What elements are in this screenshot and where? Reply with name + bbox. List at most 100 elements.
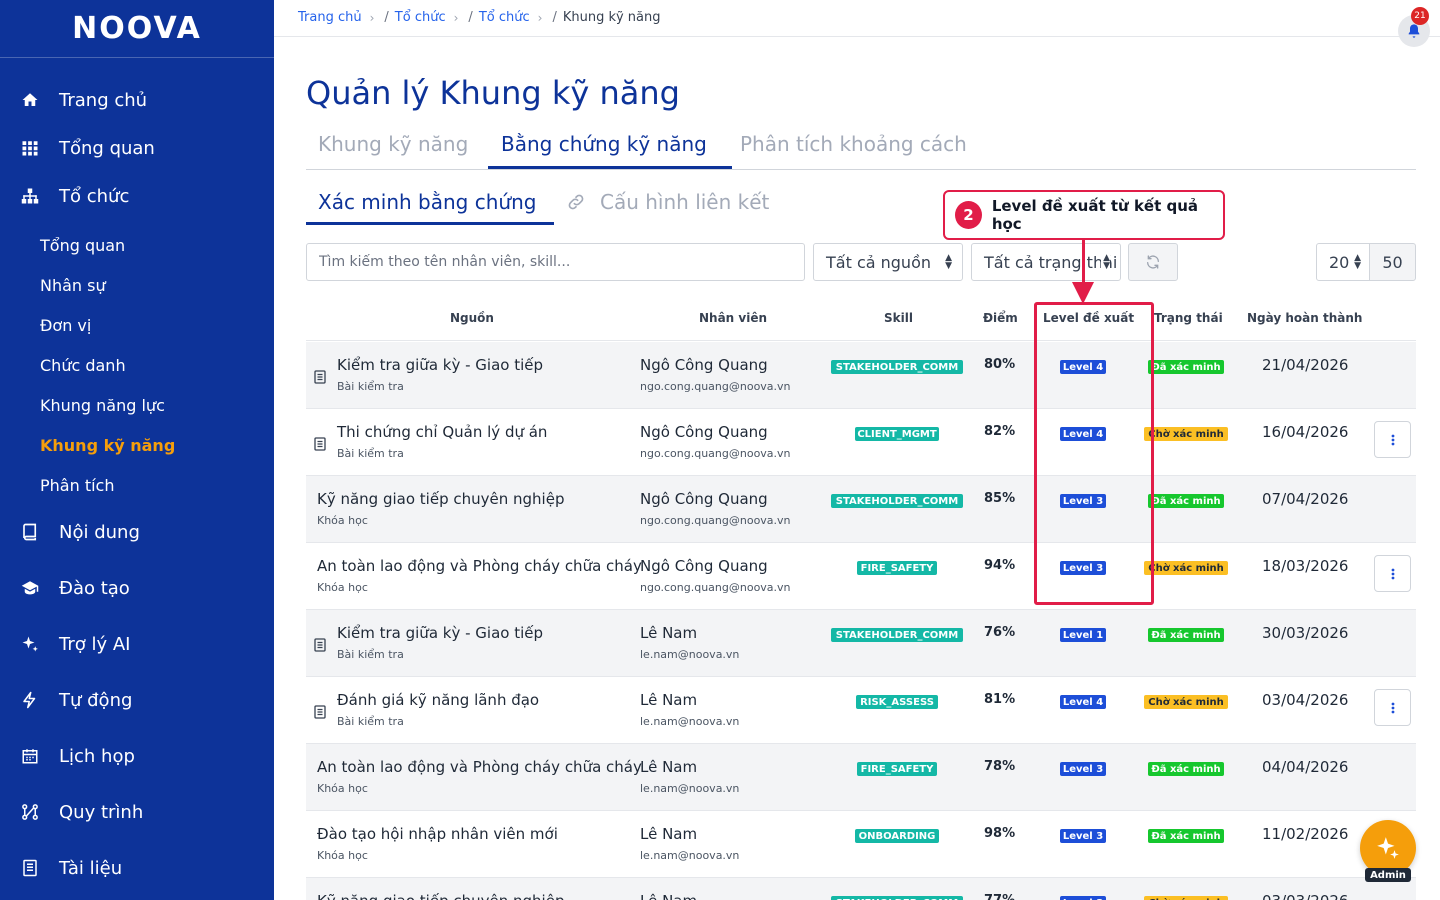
score-value: 82% xyxy=(984,424,1016,439)
sidebar-subitem[interactable]: Phân tích xyxy=(40,470,114,500)
sidebar-item-label: Đào tạo xyxy=(59,577,130,599)
source-type: Bài kiểm tra xyxy=(337,447,404,460)
breadcrumb-separator: / xyxy=(552,10,557,25)
breadcrumb-item[interactable]: Trang chủ xyxy=(298,10,362,25)
topbar: Trang chủ › / Tổ chức › / Tổ chức › / Kh… xyxy=(274,0,1440,47)
column-header-score: Điểm xyxy=(983,311,1018,325)
source-type: Bài kiểm tra xyxy=(337,715,404,728)
refresh-icon xyxy=(1147,255,1159,269)
source-name: An toàn lao động và Phòng cháy chữa cháy xyxy=(317,758,642,776)
tab-gap-analysis[interactable]: Phân tích khoảng cách xyxy=(740,132,967,156)
breadcrumb-separator: / xyxy=(384,10,389,25)
sidebar-item[interactable]: Tổng quan xyxy=(0,124,274,172)
source-filter-select[interactable]: Tất cả nguồn ▲ ▼ xyxy=(813,243,963,281)
document-icon xyxy=(314,369,326,384)
score-value: 80% xyxy=(984,357,1016,372)
employee-name: Ngô Công Quang xyxy=(640,557,768,575)
bell-icon xyxy=(1408,24,1420,38)
callout-text: Level đề xuất từ kết quả học xyxy=(991,197,1199,233)
source-name: Kỹ năng giao tiếp chuyên nghiệp xyxy=(317,892,564,900)
sort-caret-icon: ▲ ▼ xyxy=(1101,253,1110,271)
employee-email: ngo.cong.quang@noova.vn xyxy=(640,380,791,393)
book-icon xyxy=(20,522,40,542)
document-icon xyxy=(314,637,326,652)
score-value: 77% xyxy=(984,893,1015,900)
tab-skill-evidence[interactable]: Bằng chứng kỹ năng xyxy=(501,132,707,156)
brand-logo[interactable]: NOOVA xyxy=(0,0,274,58)
column-header-source: Nguồn xyxy=(450,311,494,325)
level-badge: Level 4 xyxy=(1060,695,1106,709)
sidebar-item[interactable]: Trợ lý AI xyxy=(0,620,274,668)
table-row: An toàn lao động và Phòng cháy chữa cháy… xyxy=(306,543,1416,610)
chevron-right-icon: › xyxy=(453,10,459,25)
sort-caret-icon: ▲ ▼ xyxy=(1352,253,1361,271)
chevron-right-icon: › xyxy=(369,10,375,25)
sidebar-subitem[interactable]: Khung năng lực xyxy=(40,390,165,420)
column-header-employee: Nhân viên xyxy=(699,311,768,325)
completion-date: 18/03/2026 xyxy=(1262,557,1349,575)
employee-email: le.nam@noova.vn xyxy=(640,782,740,795)
completion-date: 04/04/2026 xyxy=(1262,758,1349,776)
source-type: Khóa học xyxy=(317,581,368,594)
sidebar-item[interactable]: Trang chủ xyxy=(0,76,274,124)
row-actions-button[interactable] xyxy=(1374,689,1411,726)
level-badge: Level 3 xyxy=(1060,829,1106,843)
level-badge: Level 3 xyxy=(1060,762,1106,776)
breadcrumb: Trang chủ › / Tổ chức › / Tổ chức › / Kh… xyxy=(298,10,661,25)
row-actions-button[interactable] xyxy=(1374,421,1411,458)
status-badge: Chờ xác minh xyxy=(1144,561,1228,575)
sidebar-item-label: Tổng quan xyxy=(59,137,155,159)
employee-email: ngo.cong.quang@noova.vn xyxy=(640,447,791,460)
source-name: Kiểm tra giữa kỳ - Giao tiếp xyxy=(337,624,544,642)
completion-date: 30/03/2026 xyxy=(1262,624,1349,642)
sidebar-item-label: Lịch họp xyxy=(59,745,135,767)
status-badge: Đã xác minh xyxy=(1148,494,1224,508)
admin-badge: Admin xyxy=(1365,868,1411,882)
arrow-down-icon xyxy=(1072,282,1094,304)
completion-date: 07/04/2026 xyxy=(1262,490,1349,508)
sidebar-item[interactable]: Tài liệu xyxy=(0,844,274,892)
skill-badge: CLIENT_MGMT xyxy=(855,427,939,441)
status-filter-select[interactable]: Tất cả trạng thái ▲ ▼ xyxy=(971,243,1121,281)
sidebar-item-label: Nội dung xyxy=(59,521,140,543)
column-header-status: Trạng thái xyxy=(1154,311,1223,325)
source-type: Bài kiểm tra xyxy=(337,380,404,393)
sidebar-item[interactable]: Quy trình xyxy=(0,788,274,836)
employee-email: ngo.cong.quang@noova.vn xyxy=(640,514,791,527)
sidebar-item[interactable]: Đào tạo xyxy=(0,564,274,612)
source-filter-value: Tất cả nguồn xyxy=(826,252,931,272)
subtab-link-config[interactable]: Cấu hình liên kết xyxy=(566,190,769,214)
sidebar-subitem[interactable]: Tổng quan xyxy=(40,230,125,260)
sidebar-subitem[interactable]: Đơn vị xyxy=(40,310,91,340)
subtab-verify-evidence[interactable]: Xác minh bằng chứng xyxy=(318,190,536,214)
refresh-button[interactable] xyxy=(1128,243,1178,281)
document-icon xyxy=(20,858,40,878)
skill-badge: FIRE_SAFETY xyxy=(857,762,937,776)
sidebar-subitem[interactable]: Khung kỹ năng xyxy=(40,430,175,460)
table-row: Đào tạo hội nhập nhân viên mới Khóa học Lê… xyxy=(306,811,1416,878)
sidebar-item[interactable]: Nội dung xyxy=(0,508,274,556)
graduation-cap-icon xyxy=(20,578,40,598)
sidebar-item[interactable]: Lịch họp xyxy=(0,732,274,780)
more-vertical-icon xyxy=(1391,434,1394,445)
column-header-skill: Skill xyxy=(884,311,913,325)
tab-skill-framework[interactable]: Khung kỹ năng xyxy=(318,132,468,156)
page-size-select[interactable]: 20 ▲ ▼ xyxy=(1316,243,1370,281)
sidebar-subitem[interactable]: Nhân sự xyxy=(40,270,106,300)
breadcrumb-item[interactable]: Tổ chức xyxy=(395,10,446,25)
sidebar-item[interactable]: Tự động xyxy=(0,676,274,724)
breadcrumb-item[interactable]: Tổ chức xyxy=(479,10,530,25)
callout-box: 2 Level đề xuất từ kết quả học xyxy=(943,190,1225,240)
score-value: 81% xyxy=(984,692,1016,707)
sidebar-item[interactable]: Tổ chức xyxy=(0,172,274,220)
employee-name: Lê Nam xyxy=(640,825,698,843)
sidebar: NOOVA Trang chủ Tổng quan Tổ chức Nội dung Đ… xyxy=(0,0,274,900)
notification-badge: 21 xyxy=(1411,7,1429,25)
source-name: Đào tạo hội nhập nhân viên mới xyxy=(317,825,558,843)
search-input[interactable] xyxy=(306,243,805,281)
sidebar-subitem[interactable]: Chức danh xyxy=(40,350,126,380)
employee-name: Lê Nam xyxy=(640,691,698,709)
sort-caret-icon: ▲ ▼ xyxy=(945,253,952,271)
table-row: An toàn lao động và Phòng cháy chữa cháy… xyxy=(306,744,1416,811)
row-actions-button[interactable] xyxy=(1374,555,1411,592)
